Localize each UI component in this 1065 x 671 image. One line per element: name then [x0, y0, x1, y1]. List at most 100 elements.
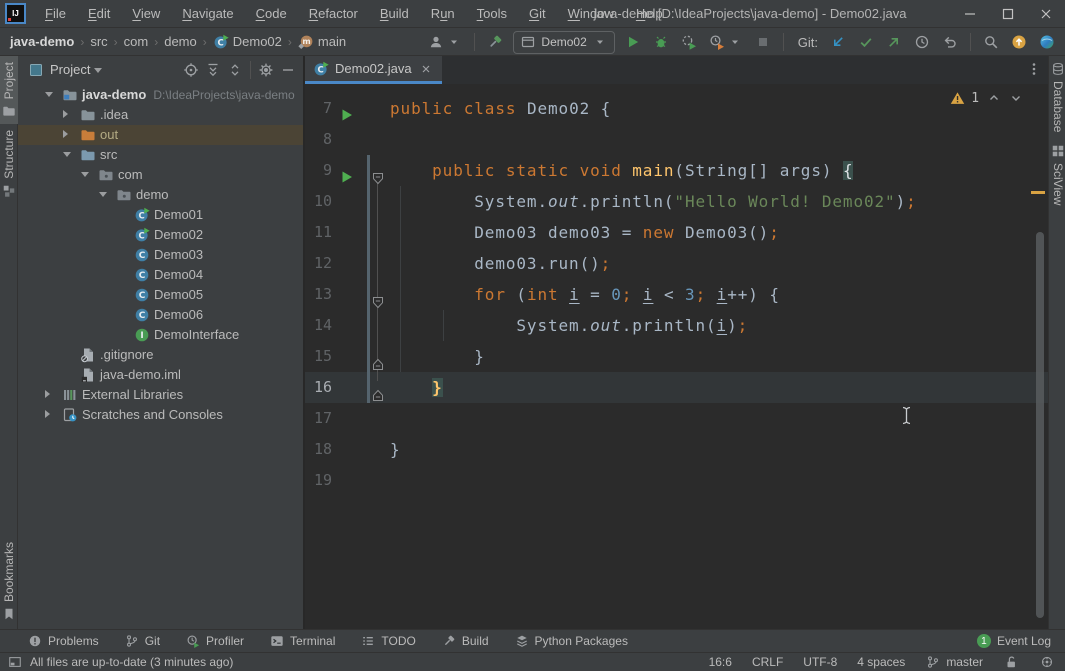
stripe-tab-bookmarks[interactable]: Bookmarks — [0, 536, 18, 627]
git-commit-button[interactable] — [856, 32, 876, 52]
toolbox-button[interactable] — [1037, 32, 1057, 52]
git-branch[interactable]: master — [925, 654, 983, 670]
fold-end-icon[interactable] — [372, 381, 384, 401]
maximize-button[interactable] — [989, 0, 1027, 28]
git-update-button[interactable] — [828, 32, 848, 52]
tree-item-demo06[interactable]: C Demo06 — [18, 305, 303, 325]
hide-panel-button[interactable] — [277, 59, 299, 81]
chevron-right-icon[interactable] — [45, 390, 50, 398]
tree-item-demo04[interactable]: C Demo04 — [18, 265, 303, 285]
profiler-button[interactable] — [707, 32, 745, 52]
menu-edit[interactable]: Edit — [78, 3, 120, 24]
breadcrumb-Demo02[interactable]: C Demo02 — [213, 34, 282, 50]
indent-style[interactable]: 4 spaces — [857, 655, 905, 669]
stripe-tab-structure[interactable]: Structure — [0, 124, 18, 204]
breadcrumb-src[interactable]: src — [90, 34, 107, 49]
fold-start-icon[interactable] — [372, 288, 384, 309]
debug-button[interactable] — [651, 32, 671, 52]
toolwindow-button-terminal[interactable]: Terminal — [270, 634, 335, 648]
kebab-menu-icon[interactable] — [1026, 61, 1042, 77]
run-button[interactable] — [623, 32, 643, 52]
inspections-widget[interactable]: 1 — [949, 90, 1024, 106]
caret-position[interactable]: 16:6 — [709, 655, 732, 669]
chevron-down-icon[interactable] — [94, 68, 103, 73]
project-header-title[interactable]: Project — [50, 62, 90, 77]
updates-button[interactable] — [1009, 32, 1029, 52]
event-log-button[interactable]: Event Log — [997, 634, 1051, 648]
breadcrumb-java-demo[interactable]: java-demo — [10, 34, 74, 49]
next-warning-icon[interactable] — [1008, 90, 1024, 106]
tree-item-demo02[interactable]: C Demo02 — [18, 225, 303, 245]
code-line-18[interactable]: 18} — [305, 434, 1048, 465]
warning-stripe-mark[interactable] — [1031, 191, 1045, 194]
chevron-down-icon[interactable] — [81, 172, 89, 177]
menu-code[interactable]: Code — [246, 3, 297, 24]
tree-item-src[interactable]: src — [18, 145, 303, 165]
code-line-9[interactable]: 9 public static void main(String[] args)… — [305, 155, 1048, 186]
toolwindow-button-python-packages[interactable]: Python Packages — [515, 634, 628, 648]
code-line-19[interactable]: 19 — [305, 465, 1048, 496]
tree-item-scratches-and-consoles[interactable]: Scratches and Consoles — [18, 405, 303, 425]
tree-item--gitignore[interactable]: .gitignore — [18, 345, 303, 365]
tab-demo02[interactable]: C Demo02.java — [305, 56, 442, 84]
chevron-down-icon[interactable] — [45, 92, 53, 97]
build-project-button[interactable] — [485, 32, 505, 52]
window-layout-icon[interactable] — [8, 655, 22, 669]
close-button[interactable] — [1027, 0, 1065, 28]
collapse-all-button[interactable] — [224, 59, 246, 81]
tree-item-external-libraries[interactable]: External Libraries — [18, 385, 303, 405]
tree-item-com[interactable]: com — [18, 165, 303, 185]
tree-item-out[interactable]: out — [18, 125, 303, 145]
chevron-down-icon[interactable] — [99, 192, 107, 197]
tree-item-demo03[interactable]: C Demo03 — [18, 245, 303, 265]
toolwindow-button-profiler[interactable]: Profiler — [186, 634, 244, 648]
highlight-level-button[interactable] — [1039, 654, 1055, 670]
git-history-button[interactable] — [912, 32, 932, 52]
user-button[interactable] — [426, 32, 464, 52]
stripe-tab-project[interactable]: Project — [0, 56, 18, 125]
expand-all-button[interactable] — [202, 59, 224, 81]
code-line-12[interactable]: 12 demo03.run(); — [305, 248, 1048, 279]
code-line-14[interactable]: 14 System.out.println(i); — [305, 310, 1048, 341]
select-opened-file-button[interactable] — [180, 59, 202, 81]
code-line-10[interactable]: 10 System.out.println("Hello World! Demo… — [305, 186, 1048, 217]
editor-scrollbar[interactable] — [1036, 232, 1044, 618]
menu-navigate[interactable]: Navigate — [172, 3, 243, 24]
toolwindow-button-build[interactable]: Build — [442, 634, 489, 648]
menu-run[interactable]: Run — [421, 3, 465, 24]
tree-item--idea[interactable]: .idea — [18, 105, 303, 125]
toolwindow-button-git[interactable]: Git — [125, 634, 160, 648]
code-line-11[interactable]: 11 Demo03 demo03 = new Demo03(); — [305, 217, 1048, 248]
minimize-button[interactable] — [951, 0, 989, 28]
search-everywhere-button[interactable] — [981, 32, 1001, 52]
tree-item-demointerface[interactable]: I DemoInterface — [18, 325, 303, 345]
panel-settings-button[interactable] — [255, 59, 277, 81]
breadcrumb-com[interactable]: com — [124, 34, 149, 49]
menu-tools[interactable]: Tools — [467, 3, 517, 24]
chevron-right-icon[interactable] — [63, 110, 68, 118]
chevron-down-icon[interactable] — [63, 152, 71, 157]
code-line-13[interactable]: 13 for (int i = 0; i < 3; i++) { — [305, 279, 1048, 310]
code-line-16[interactable]: 16 } — [305, 372, 1048, 403]
git-push-button[interactable] — [884, 32, 904, 52]
breadcrumb-demo[interactable]: demo — [164, 34, 197, 49]
tree-item-demo05[interactable]: C Demo05 — [18, 285, 303, 305]
close-tab-icon[interactable] — [418, 61, 434, 77]
code-line-7[interactable]: 7 public class Demo02 { — [305, 93, 1048, 124]
tree-item-java-demo[interactable]: java-demo D:\IdeaProjects\java-demo — [18, 85, 303, 105]
code-line-15[interactable]: 15 } — [305, 341, 1048, 372]
run-with-coverage-button[interactable] — [679, 32, 699, 52]
run-line-icon[interactable] — [341, 163, 353, 183]
breadcrumb-main[interactable]: m main — [298, 34, 346, 50]
toolwindow-button-problems[interactable]: Problems — [28, 634, 99, 648]
fold-end-icon[interactable] — [372, 350, 384, 370]
menu-build[interactable]: Build — [370, 3, 419, 24]
menu-refactor[interactable]: Refactor — [299, 3, 368, 24]
code-editor[interactable]: 7 public class Demo02 {8 9 public static v… — [305, 84, 1048, 629]
file-encoding[interactable]: UTF-8 — [803, 655, 837, 669]
tree-item-java-demo-iml[interactable]: java-demo.iml — [18, 365, 303, 385]
fold-start-icon[interactable] — [372, 164, 384, 185]
menu-file[interactable]: File — [35, 3, 76, 24]
stop-button[interactable] — [753, 32, 773, 52]
run-line-icon[interactable] — [341, 101, 353, 121]
